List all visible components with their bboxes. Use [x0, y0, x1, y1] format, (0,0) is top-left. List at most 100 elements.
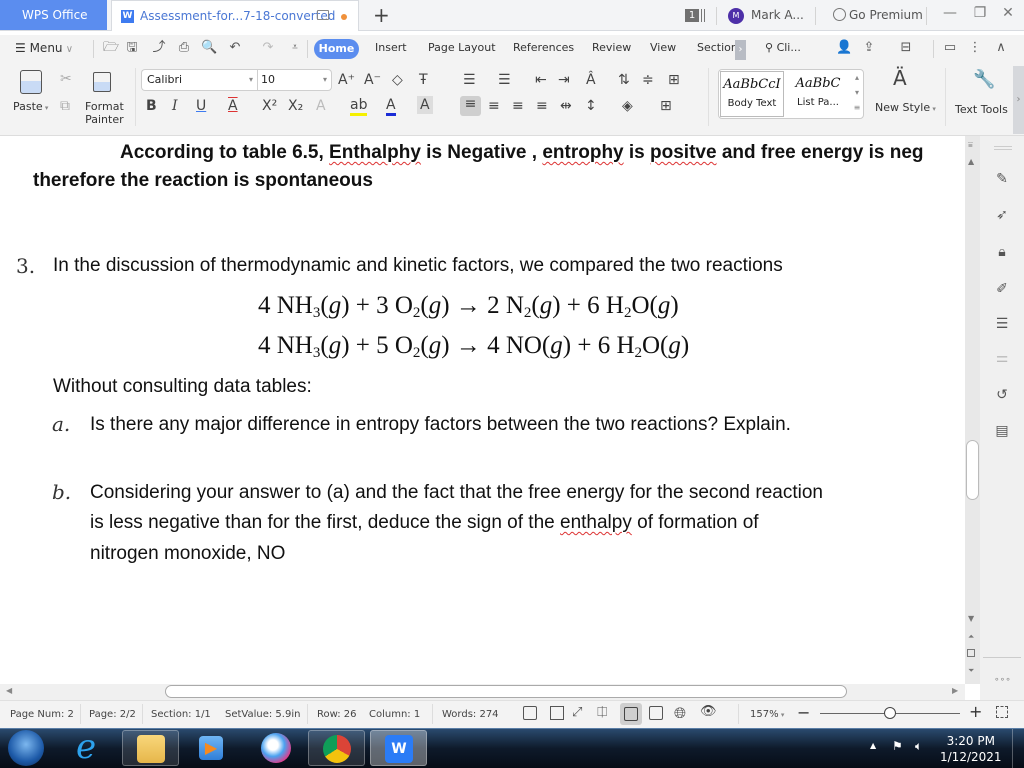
align-center-icon[interactable]: ≡	[488, 98, 500, 114]
more-icon[interactable]: ∘∘∘	[994, 675, 1011, 685]
align-right-icon[interactable]: ≡	[512, 98, 524, 114]
print-preview-icon[interactable]: 🔍	[201, 41, 217, 55]
spelling-error[interactable]: positve	[650, 142, 717, 163]
storage-icon[interactable]: ▤	[993, 422, 1011, 440]
ribbon-scroll-right-button[interactable]: ›	[1013, 66, 1024, 134]
collapse-ribbon-icon[interactable]: ∧	[994, 41, 1008, 55]
read-mode-icon[interactable]	[550, 706, 564, 720]
line-spacing-icon[interactable]: ↕	[585, 98, 597, 114]
section-indicator[interactable]: Section: 1/1	[151, 709, 211, 720]
new-style-button[interactable]: New Style ▾	[875, 101, 936, 114]
code-edit-icon[interactable]: ✐	[993, 280, 1011, 298]
action-center-flag-icon[interactable]: ⚑	[892, 739, 903, 753]
avatar[interactable]: M	[728, 8, 744, 24]
scroll-left-icon[interactable]: ◀	[6, 686, 12, 695]
open-folder-icon[interactable]: 🗁	[103, 41, 119, 55]
close-button[interactable]: ✕	[998, 5, 1018, 21]
media-player-icon[interactable]: ▶	[199, 736, 223, 760]
fullscreen-icon[interactable]: ⤢	[572, 705, 582, 720]
numbering-icon[interactable]: ☰	[498, 72, 511, 88]
tab-page-layout[interactable]: Page Layout	[428, 41, 496, 54]
justify-icon[interactable]: ≡	[536, 98, 548, 114]
taskbar-chrome-button[interactable]	[308, 730, 365, 766]
strikethrough-icon[interactable]: A	[228, 98, 238, 114]
cut-icon[interactable]: ✂	[60, 71, 72, 87]
save-icon[interactable]: 🖫	[125, 41, 139, 55]
monitor-icon[interactable]	[317, 10, 329, 20]
page-num[interactable]: Page Num: 2	[10, 709, 74, 720]
clear-formatting-icon[interactable]: ◇	[392, 72, 403, 88]
taskbar-clock[interactable]: 3:20 PM 1/12/2021	[940, 733, 1002, 765]
brace-list-icon[interactable]: ☰	[993, 315, 1011, 333]
zoom-in-button[interactable]: +	[969, 702, 982, 721]
text-tools-button[interactable]: Text Tools	[955, 103, 1008, 116]
align-left-button[interactable]: ≡	[460, 96, 481, 116]
customize-toolbar-icon[interactable]: ⩡	[288, 41, 302, 55]
start-button[interactable]	[8, 730, 44, 766]
bullets-icon[interactable]: ☰	[463, 72, 476, 88]
distribute-icon[interactable]: ⇹	[560, 98, 572, 114]
bold-icon[interactable]: B	[146, 98, 157, 114]
format-painter-icon[interactable]	[93, 72, 111, 92]
restore-button[interactable]: ❐	[970, 5, 990, 21]
export-pdf-icon[interactable]: ⤴	[152, 41, 166, 55]
browser-icon[interactable]	[261, 733, 291, 763]
show-hide-icon[interactable]: ≑	[642, 72, 654, 88]
word-count[interactable]: Words: 274	[442, 709, 499, 720]
style-list-paragraph[interactable]: AaBbC List Pa...	[787, 71, 849, 117]
two-page-icon[interactable]: ⎅	[597, 705, 607, 720]
borders-icon[interactable]: ⊞	[660, 98, 672, 114]
paste-button[interactable]: Paste ▾	[13, 100, 48, 113]
tab-insert[interactable]: Insert	[375, 41, 407, 54]
style-gallery-scroll[interactable]: ▴ ▾ ≡	[852, 70, 862, 115]
tab-view[interactable]: View	[650, 41, 676, 54]
user-name[interactable]: Mark A...	[751, 8, 804, 22]
share-user-icon[interactable]: 👤	[836, 41, 852, 55]
lock-icon[interactable]: 🔒︎	[993, 243, 1011, 261]
page-view-button[interactable]	[620, 703, 642, 725]
internet-explorer-icon[interactable]: e	[76, 728, 96, 766]
format-painter-button[interactable]: Format Painter	[85, 100, 124, 126]
new-style-icon[interactable]: Ä	[893, 68, 907, 88]
grow-font-icon[interactable]: A⁺	[338, 72, 355, 88]
more-options-icon[interactable]: ⋮	[968, 41, 982, 55]
highlight-icon[interactable]: ab	[350, 97, 368, 116]
tab-review[interactable]: Review	[592, 41, 631, 54]
history-icon[interactable]: ↺	[993, 386, 1011, 404]
split-handle-icon[interactable]: ⩸	[968, 140, 973, 150]
subscript-icon[interactable]: X₂	[288, 98, 303, 114]
column-indicator[interactable]: Column: 1	[369, 709, 420, 720]
share-icon[interactable]: ⇪	[862, 41, 876, 55]
select-browse-object-icon[interactable]	[967, 649, 975, 657]
sort-icon[interactable]: ⇅	[618, 72, 630, 88]
new-tab-button[interactable]: +	[373, 3, 390, 27]
font-color-icon[interactable]: A	[386, 97, 396, 116]
tab-home[interactable]: Home	[314, 39, 359, 59]
zoom-level-select[interactable]: 157% ▾	[750, 709, 784, 720]
shrink-font-icon[interactable]: A⁻	[364, 72, 381, 88]
window-count-badge[interactable]: 1	[685, 9, 699, 22]
web-layout-icon[interactable]: 🌐︎	[674, 704, 686, 722]
pen-icon[interactable]: ✎	[993, 170, 1011, 188]
spelling-error[interactable]: entrophy	[542, 142, 623, 163]
revisions-icon[interactable]	[523, 706, 537, 720]
outline-view-icon[interactable]	[649, 706, 663, 720]
comment-icon[interactable]: ▭	[943, 41, 957, 55]
character-shading-icon[interactable]: A	[417, 96, 433, 114]
scroll-right-icon[interactable]: ▶	[952, 686, 958, 695]
next-page-icon[interactable]: ⏷	[968, 666, 974, 676]
row-indicator[interactable]: Row: 26	[317, 709, 357, 720]
scroll-down-icon[interactable]: ▼	[968, 614, 974, 623]
page-count[interactable]: Page: 2/2	[89, 709, 136, 720]
show-hidden-icons-button[interactable]: ▲	[870, 741, 876, 750]
wps-office-tab[interactable]: WPS Office	[0, 0, 107, 30]
search-command-button[interactable]: ⚲ Cli...	[765, 41, 801, 54]
shading-icon[interactable]: ◈	[622, 98, 633, 114]
tabs-scroll-right-button[interactable]: ›	[735, 40, 746, 60]
tab-section[interactable]: Sectior	[697, 41, 735, 54]
insert-comment-icon[interactable]: ⊟	[899, 41, 913, 55]
minimize-button[interactable]: —	[940, 5, 960, 21]
sliders-icon[interactable]: ⚌	[993, 349, 1011, 367]
previous-page-icon[interactable]: ⏶	[968, 632, 974, 642]
show-desktop-button[interactable]	[1012, 729, 1024, 768]
